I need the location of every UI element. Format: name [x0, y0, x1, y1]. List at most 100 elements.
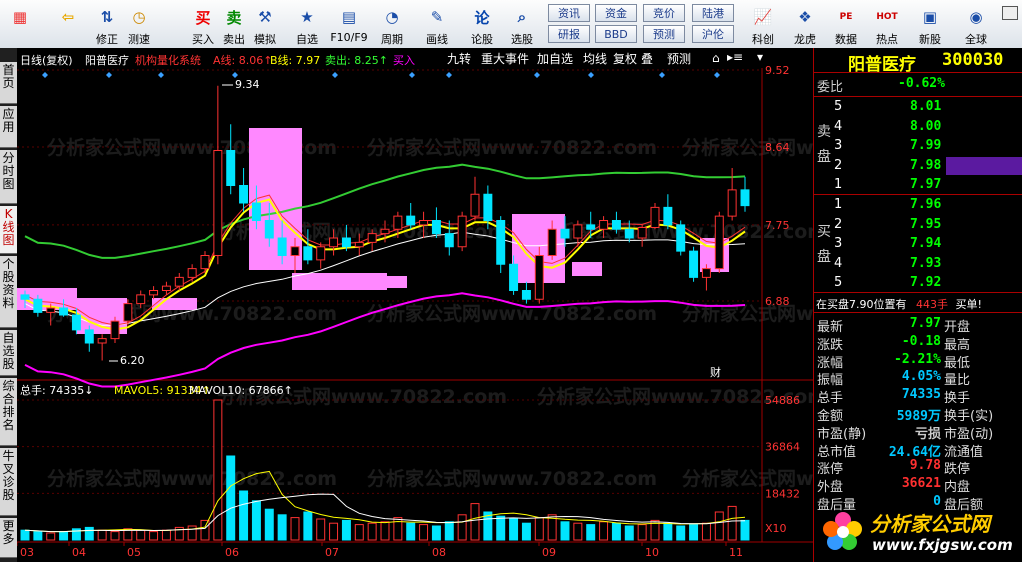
star-icon: ★ — [300, 8, 314, 26]
candle-body — [689, 250, 699, 278]
ask-volume-bar — [946, 157, 1022, 175]
ask-price[interactable]: 7.97 — [910, 177, 941, 192]
stat-label: 涨停 — [817, 462, 844, 478]
bid-price[interactable]: 7.95 — [910, 217, 941, 232]
side-tab-牛叉诊股[interactable]: 牛叉诊股 — [0, 448, 17, 516]
kechuang-icon: 📈 — [753, 8, 773, 26]
quick-button-沪伦[interactable]: 沪伦 — [692, 25, 734, 43]
quick-button-预测[interactable]: 预测 — [643, 25, 685, 43]
volume-bar — [97, 529, 107, 541]
toolbar-button-新股[interactable]: ▣ 新股 — [912, 2, 948, 46]
bid-level: 4 — [834, 255, 843, 271]
toolbar-button-科创[interactable]: 📈 科创 — [745, 2, 781, 46]
hammer-icon: ⚒ — [258, 8, 272, 26]
stat-label: 涨跌 — [817, 337, 844, 353]
stock-code: 300030 — [942, 50, 1004, 70]
bid-price[interactable]: 7.93 — [910, 256, 941, 271]
toolbar-button-修正[interactable]: ⇅ 修正 — [92, 2, 122, 46]
side-tab-K线图[interactable]: K线图 — [0, 206, 17, 254]
candle-body — [46, 307, 56, 313]
quick-button-BBD[interactable]: BBD — [595, 25, 637, 43]
toolbar-button-全球[interactable]: ◉ 全球 — [956, 2, 996, 46]
candle-body — [444, 233, 454, 248]
restore-window-icon[interactable] — [1002, 6, 1018, 20]
toolbar-button-热点[interactable]: HOT 热点 — [870, 2, 904, 46]
toolbar-button-label: 论股 — [471, 33, 493, 46]
finance-marker: 财 — [710, 365, 721, 379]
watermark-text: 分析家公式网www.70822.com — [367, 467, 657, 490]
toolbar-button-数据[interactable]: PE 数据 — [829, 2, 863, 46]
toolbar-button-label: 周期 — [381, 33, 403, 46]
flower-logo-icon — [822, 510, 864, 552]
toolbar-button-label: 修正 — [96, 33, 118, 46]
f10-icon: ▤ — [341, 8, 357, 26]
toolbar-button-grid[interactable]: ▦ — [2, 2, 38, 46]
side-tab-个股资料[interactable]: 个股资料 — [0, 256, 17, 328]
weibi-label: 委比 — [817, 80, 844, 95]
toolbar-button-back-arrow[interactable]: ⇦ — [50, 2, 86, 46]
toolbar-button-F10/F9[interactable]: ▤ F10/F9 — [330, 2, 368, 46]
candle-body — [431, 220, 441, 235]
bid-price[interactable]: 7.96 — [910, 197, 941, 212]
side-tab-更多[interactable]: 更多 — [0, 518, 17, 558]
toolbar-button-模拟[interactable]: ⚒ 模拟 — [250, 2, 280, 46]
pe-icon: PE — [839, 12, 853, 22]
candle-body — [483, 193, 493, 221]
candle-body — [187, 268, 197, 278]
kline-canvas[interactable]: 分析家公式网www.70822.com 分析家公式网www.70822.com 分析… — [17, 48, 813, 562]
order-notice: 在买盘7.90位置有 443手 买单! — [816, 298, 982, 311]
ask-price[interactable]: 7.99 — [910, 138, 941, 153]
side-tab-分时图[interactable]: 分时图 — [0, 150, 17, 204]
month-label: 10 — [645, 546, 659, 559]
ask-price[interactable]: 8.00 — [910, 119, 941, 134]
side-tab-综合排名[interactable]: 综合排名 — [0, 378, 17, 446]
toolbar-button-label: 测速 — [128, 33, 150, 46]
toolbar-button-label: 卖出 — [223, 33, 245, 46]
ask-price[interactable]: 8.01 — [910, 99, 941, 114]
toolbar-button-论股[interactable]: 论论股 — [465, 2, 499, 47]
volume-bar — [20, 529, 30, 541]
stat-label: 总手 — [817, 391, 844, 407]
toolbar-button-周期[interactable]: ◔ 周期 — [375, 2, 409, 46]
candle-body — [419, 220, 429, 226]
volume-bar — [419, 524, 429, 541]
candle-body — [560, 228, 570, 239]
quick-button-竞价[interactable]: 竞价 — [643, 4, 685, 22]
toolbar-button-测速[interactable]: ◷ 测速 — [124, 2, 154, 46]
quick-button-研报[interactable]: 研报 — [548, 25, 590, 43]
candle-body — [20, 294, 30, 300]
toolbar-button-选股[interactable]: ⌕ 选股 — [503, 2, 541, 46]
kline-chart-area[interactable]: 日线(复权) 阳普医疗 机构量化系统 A线: 8.06↑ B线: 7.97 卖出… — [17, 48, 813, 562]
ask-price[interactable]: 7.98 — [910, 158, 941, 173]
quick-button-资金[interactable]: 资金 — [595, 4, 637, 22]
pencil-icon: ✎ — [430, 8, 444, 26]
volume-bar — [341, 519, 351, 541]
toolbar-button-自选[interactable]: ★ 自选 — [290, 2, 324, 46]
candle-body — [663, 206, 673, 226]
stat-value: 9.78 — [909, 458, 941, 474]
toolbar-button-卖出[interactable]: 卖卖出 — [220, 2, 248, 47]
toolbar-button-买入[interactable]: 买买入 — [188, 2, 218, 47]
bid-price[interactable]: 7.94 — [910, 236, 941, 251]
candle-body — [329, 237, 339, 248]
grid-icon: ▦ — [12, 8, 28, 26]
toolbar-button-label: 科创 — [752, 33, 774, 46]
toolbar-button-画线[interactable]: ✎ 画线 — [418, 2, 456, 46]
candle-body — [33, 298, 43, 313]
volume-bar — [689, 524, 699, 541]
candle-body — [701, 268, 711, 278]
quick-button-资讯[interactable]: 资讯 — [548, 4, 590, 22]
volume-bar — [534, 517, 544, 541]
volume-bar — [637, 524, 647, 541]
side-tab-自选股[interactable]: 自选股 — [0, 330, 17, 376]
candle-body — [676, 224, 686, 252]
side-tab-应用[interactable]: 应用 — [0, 106, 17, 148]
quick-button-陆港[interactable]: 陆港 — [692, 4, 734, 22]
logo-text: 分析家公式网 — [870, 512, 990, 536]
month-label: 06 — [225, 546, 239, 559]
toolbar-button-龙虎[interactable]: ❖ 龙虎 — [787, 2, 823, 46]
side-tab-首页[interactable]: 首页 — [0, 62, 17, 104]
ask-level: 5 — [834, 99, 843, 114]
bid-price[interactable]: 7.92 — [910, 275, 941, 290]
volume-bar — [84, 526, 94, 541]
